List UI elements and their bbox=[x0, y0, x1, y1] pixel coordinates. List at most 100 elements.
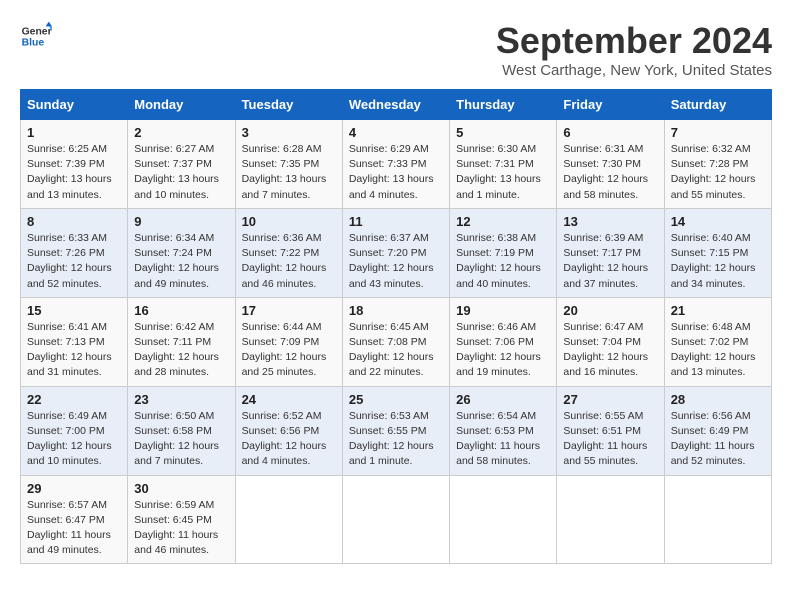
day-info: Sunrise: 6:59 AM Sunset: 6:45 PM Dayligh… bbox=[134, 498, 228, 559]
calendar-cell: 7Sunrise: 6:32 AM Sunset: 7:28 PM Daylig… bbox=[664, 120, 771, 209]
location-subtitle: West Carthage, New York, United States bbox=[496, 62, 772, 79]
calendar-cell: 25Sunrise: 6:53 AM Sunset: 6:55 PM Dayli… bbox=[342, 386, 449, 475]
month-title: September 2024 bbox=[496, 20, 772, 62]
calendar-cell bbox=[235, 475, 342, 564]
day-info: Sunrise: 6:34 AM Sunset: 7:24 PM Dayligh… bbox=[134, 231, 228, 292]
day-number: 24 bbox=[242, 392, 336, 407]
day-number: 6 bbox=[563, 125, 657, 140]
title-block: September 2024 West Carthage, New York, … bbox=[496, 20, 772, 79]
calendar-cell bbox=[557, 475, 664, 564]
day-number: 27 bbox=[563, 392, 657, 407]
day-number: 7 bbox=[671, 125, 765, 140]
calendar-cell: 10 Sunrise: 6:36 AM Sunset: 7:22 PM Dayli… bbox=[235, 208, 342, 297]
day-info: Sunrise: 6:28 AM Sunset: 7:35 PM Dayligh… bbox=[242, 142, 336, 203]
day-info: Sunrise: 6:55 AM Sunset: 6:51 PM Dayligh… bbox=[563, 409, 657, 470]
day-number: 20 bbox=[563, 303, 657, 318]
header-sunday: Sunday bbox=[21, 90, 128, 120]
page-header: General Blue September 2024 West Carthag… bbox=[20, 20, 772, 79]
calendar-cell: 2 Sunrise: 6:27 AM Sunset: 7:37 PM Daylig… bbox=[128, 120, 235, 209]
day-number: 29 bbox=[27, 481, 121, 496]
day-number: 11 bbox=[349, 214, 443, 229]
calendar-cell: 21 Sunrise: 6:48 AM Sunset: 7:02 PM Dayli… bbox=[664, 297, 771, 386]
calendar-cell: 9 Sunrise: 6:34 AM Sunset: 7:24 PM Daylig… bbox=[128, 208, 235, 297]
day-info: Sunrise: 6:48 AM Sunset: 7:02 PM Dayligh… bbox=[671, 320, 765, 381]
day-number: 19 bbox=[456, 303, 550, 318]
day-info: Sunrise: 6:42 AM Sunset: 7:11 PM Dayligh… bbox=[134, 320, 228, 381]
day-number: 4 bbox=[349, 125, 443, 140]
day-info: Sunrise: 6:29 AM Sunset: 7:33 PM Dayligh… bbox=[349, 142, 443, 203]
calendar-cell: 29 Sunrise: 6:57 AM Sunset: 6:47 PM Dayli… bbox=[21, 475, 128, 564]
day-number: 3 bbox=[242, 125, 336, 140]
day-info: Sunrise: 6:57 AM Sunset: 6:47 PM Dayligh… bbox=[27, 498, 121, 559]
day-number: 17 bbox=[242, 303, 336, 318]
day-info: Sunrise: 6:31 AM Sunset: 7:30 PM Dayligh… bbox=[563, 142, 657, 203]
day-number: 13 bbox=[563, 214, 657, 229]
header-monday: Monday bbox=[128, 90, 235, 120]
calendar-cell: 5Sunrise: 6:30 AM Sunset: 7:31 PM Daylig… bbox=[450, 120, 557, 209]
day-info: Sunrise: 6:39 AM Sunset: 7:17 PM Dayligh… bbox=[563, 231, 657, 292]
day-number: 10 bbox=[242, 214, 336, 229]
calendar-cell: 27 Sunrise: 6:55 AM Sunset: 6:51 PM Dayli… bbox=[557, 386, 664, 475]
day-number: 26 bbox=[456, 392, 550, 407]
calendar-cell bbox=[664, 475, 771, 564]
day-number: 25 bbox=[349, 392, 443, 407]
day-info: Sunrise: 6:37 AM Sunset: 7:20 PM Dayligh… bbox=[349, 231, 443, 292]
calendar-cell: 12 Sunrise: 6:38 AM Sunset: 7:19 PM Dayli… bbox=[450, 208, 557, 297]
day-info: Sunrise: 6:25 AM Sunset: 7:39 PM Dayligh… bbox=[27, 142, 121, 203]
day-number: 22 bbox=[27, 392, 121, 407]
calendar-cell: 8 Sunrise: 6:33 AM Sunset: 7:26 PM Daylig… bbox=[21, 208, 128, 297]
day-number: 8 bbox=[27, 214, 121, 229]
day-info: Sunrise: 6:41 AM Sunset: 7:13 PM Dayligh… bbox=[27, 320, 121, 381]
calendar-week-5: 29 Sunrise: 6:57 AM Sunset: 6:47 PM Dayli… bbox=[21, 475, 772, 564]
calendar-cell: 1 Sunrise: 6:25 AM Sunset: 7:39 PM Daylig… bbox=[21, 120, 128, 209]
calendar-table: SundayMondayTuesdayWednesdayThursdayFrid… bbox=[20, 89, 772, 564]
svg-text:General: General bbox=[22, 26, 52, 37]
header-friday: Friday bbox=[557, 90, 664, 120]
header-wednesday: Wednesday bbox=[342, 90, 449, 120]
day-info: Sunrise: 6:54 AM Sunset: 6:53 PM Dayligh… bbox=[456, 409, 550, 470]
day-info: Sunrise: 6:56 AM Sunset: 6:49 PM Dayligh… bbox=[671, 409, 765, 470]
calendar-week-4: 22 Sunrise: 6:49 AM Sunset: 7:00 PM Dayli… bbox=[21, 386, 772, 475]
calendar-header-row: SundayMondayTuesdayWednesdayThursdayFrid… bbox=[21, 90, 772, 120]
day-number: 2 bbox=[134, 125, 228, 140]
calendar-cell bbox=[450, 475, 557, 564]
day-number: 12 bbox=[456, 214, 550, 229]
day-number: 21 bbox=[671, 303, 765, 318]
logo-icon: General Blue bbox=[20, 20, 52, 52]
svg-text:Blue: Blue bbox=[22, 38, 45, 49]
calendar-week-2: 8 Sunrise: 6:33 AM Sunset: 7:26 PM Daylig… bbox=[21, 208, 772, 297]
day-number: 1 bbox=[27, 125, 121, 140]
header-tuesday: Tuesday bbox=[235, 90, 342, 120]
day-number: 18 bbox=[349, 303, 443, 318]
day-info: Sunrise: 6:44 AM Sunset: 7:09 PM Dayligh… bbox=[242, 320, 336, 381]
calendar-cell: 6 Sunrise: 6:31 AM Sunset: 7:30 PM Daylig… bbox=[557, 120, 664, 209]
header-thursday: Thursday bbox=[450, 90, 557, 120]
day-number: 28 bbox=[671, 392, 765, 407]
calendar-cell: 4 Sunrise: 6:29 AM Sunset: 7:33 PM Daylig… bbox=[342, 120, 449, 209]
calendar-cell bbox=[342, 475, 449, 564]
day-info: Sunrise: 6:33 AM Sunset: 7:26 PM Dayligh… bbox=[27, 231, 121, 292]
logo: General Blue bbox=[20, 20, 52, 52]
calendar-cell: 18 Sunrise: 6:45 AM Sunset: 7:08 PM Dayli… bbox=[342, 297, 449, 386]
calendar-cell: 3 Sunrise: 6:28 AM Sunset: 7:35 PM Daylig… bbox=[235, 120, 342, 209]
day-info: Sunrise: 6:36 AM Sunset: 7:22 PM Dayligh… bbox=[242, 231, 336, 292]
calendar-cell: 17 Sunrise: 6:44 AM Sunset: 7:09 PM Dayli… bbox=[235, 297, 342, 386]
calendar-cell: 20 Sunrise: 6:47 AM Sunset: 7:04 PM Dayli… bbox=[557, 297, 664, 386]
calendar-week-3: 15Sunrise: 6:41 AM Sunset: 7:13 PM Dayli… bbox=[21, 297, 772, 386]
day-info: Sunrise: 6:47 AM Sunset: 7:04 PM Dayligh… bbox=[563, 320, 657, 381]
day-info: Sunrise: 6:50 AM Sunset: 6:58 PM Dayligh… bbox=[134, 409, 228, 470]
day-number: 9 bbox=[134, 214, 228, 229]
day-info: Sunrise: 6:27 AM Sunset: 7:37 PM Dayligh… bbox=[134, 142, 228, 203]
calendar-cell: 14Sunrise: 6:40 AM Sunset: 7:15 PM Dayli… bbox=[664, 208, 771, 297]
day-info: Sunrise: 6:49 AM Sunset: 7:00 PM Dayligh… bbox=[27, 409, 121, 470]
calendar-cell: 15Sunrise: 6:41 AM Sunset: 7:13 PM Dayli… bbox=[21, 297, 128, 386]
day-info: Sunrise: 6:45 AM Sunset: 7:08 PM Dayligh… bbox=[349, 320, 443, 381]
calendar-cell: 16 Sunrise: 6:42 AM Sunset: 7:11 PM Dayli… bbox=[128, 297, 235, 386]
day-number: 30 bbox=[134, 481, 228, 496]
day-info: Sunrise: 6:38 AM Sunset: 7:19 PM Dayligh… bbox=[456, 231, 550, 292]
calendar-cell: 11 Sunrise: 6:37 AM Sunset: 7:20 PM Dayli… bbox=[342, 208, 449, 297]
day-info: Sunrise: 6:46 AM Sunset: 7:06 PM Dayligh… bbox=[456, 320, 550, 381]
calendar-cell: 24Sunrise: 6:52 AM Sunset: 6:56 PM Dayli… bbox=[235, 386, 342, 475]
day-number: 14 bbox=[671, 214, 765, 229]
day-number: 16 bbox=[134, 303, 228, 318]
